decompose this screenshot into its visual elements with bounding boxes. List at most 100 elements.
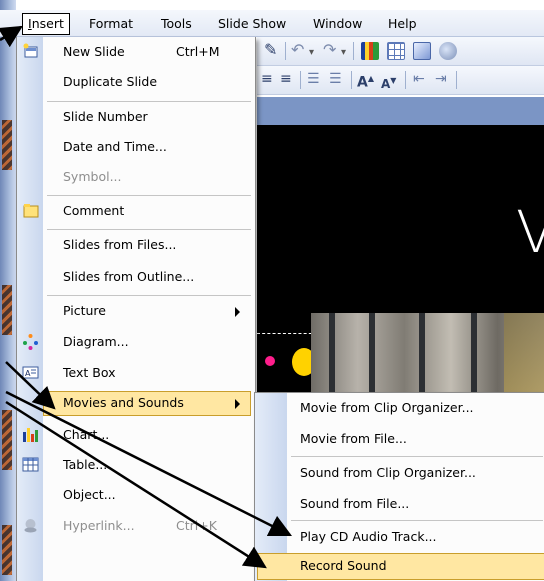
menu-item-label: Duplicate Slide [63,74,158,89]
submenu-arrow-icon [235,307,240,317]
menu-item-label: Table... [63,457,108,472]
pink-bullet-shape [265,356,275,366]
menu-separator [47,101,251,102]
submenu-arrow-icon [235,399,240,409]
menu-item-date-and-time[interactable]: Date and Time... [17,133,255,163]
submenu-item-play-cd-audio-track[interactable]: Play CD Audio Track... [255,522,544,553]
toolbar-separator [456,71,457,89]
submenu-separator [291,520,543,521]
menu-item-label: Diagram... [63,334,129,349]
menu-item-slides-from-outline[interactable]: Slides from Outline... [17,263,255,293]
menu-item-table[interactable]: Table... [17,451,255,481]
increase-font-size-icon[interactable]: A▲ [357,69,374,93]
menu-item-picture[interactable]: Picture [17,297,255,327]
new-slide-icon [23,43,38,58]
submenu-item-label: Movie from Clip Organizer... [300,400,474,415]
insert-chart-icon[interactable] [361,42,379,60]
chart-icon [23,428,38,442]
insert-table-icon[interactable] [387,42,405,60]
menu-window-label: Window [313,16,363,31]
submenu-item-movie-from-clip-organizer[interactable]: Movie from Clip Organizer... [255,393,544,424]
menu-item-label: Slides from Files... [63,237,177,252]
menu-item-diagram[interactable]: Diagram... [17,328,255,358]
menu-separator [47,295,251,296]
submenu-item-label: Play CD Audio Track... [300,529,437,544]
submenu-item-record-sound[interactable]: Record Sound [255,551,544,581]
menu-separator [47,195,251,196]
toolbar-separator [300,71,301,89]
menu-format-label: Format [89,16,134,31]
submenu-item-label: Movie from File... [300,431,407,446]
menu-item-shortcut: Ctrl+M [176,44,220,59]
menu-item-label: Picture [63,303,106,318]
tables-borders-icon[interactable] [413,42,431,60]
menu-item-chart[interactable]: Chart... [17,421,255,451]
menu-insert-rest: nsert [31,16,64,31]
menu-help[interactable]: Help [384,15,421,33]
menu-item-label: Chart... [63,427,110,442]
menu-window[interactable]: Window [309,15,366,33]
menu-slide-show[interactable]: Slide Show [214,15,290,33]
decorative-stripe [2,120,12,170]
submenu-item-label: Record Sound [300,558,387,573]
submenu-separator [291,456,543,457]
app-left-edge [0,0,16,581]
menu-item-slide-number[interactable]: Slide Number [17,103,255,133]
comment-icon [23,204,39,218]
submenu-item-label: Sound from File... [300,496,410,511]
menu-tools-label: Tools [161,16,192,31]
menu-slide-show-label: Slide Show [218,16,287,31]
menu-item-label: New Slide [63,44,125,59]
hyperlink-icon [24,519,37,533]
menu-item-duplicate-slide[interactable]: Duplicate Slide [17,68,255,98]
text-box-icon: A [22,366,39,379]
redo-dropdown-icon[interactable]: ▾ [341,43,346,63]
menu-item-label: Text Box [63,365,116,380]
menu-item-movies-and-sounds[interactable]: Movies and Sounds [17,389,255,419]
svg-text:A: A [25,369,31,378]
menu-item-label: Comment [63,203,125,218]
submenu-item-movie-from-file[interactable]: Movie from File... [255,424,544,455]
numbering-icon[interactable]: ☰ [307,69,320,89]
redo-icon[interactable]: ↷ [323,40,336,60]
menu-insert[interactable]: Insert [22,13,70,35]
undo-icon[interactable]: ↶ [291,40,304,60]
decrease-font-size-icon[interactable]: A▼ [381,71,396,94]
menu-help-label: Help [388,16,417,31]
insert-menu: New Slide Ctrl+M Duplicate Slide Slide N… [16,37,256,581]
align-center-icon[interactable]: ≡ [261,69,273,89]
bullets-icon[interactable]: ☰ [329,69,342,89]
menu-item-comment[interactable]: Comment [17,197,255,227]
menu-item-slides-from-files[interactable]: Slides from Files... [17,231,255,261]
menu-item-symbol: Symbol... [17,163,255,193]
placeholder-border [257,333,317,334]
standard-toolbar: ✎ ↶ ▾ ↷ ▾ [257,37,544,66]
menu-format[interactable]: Format [85,15,137,33]
menu-item-text-box[interactable]: A Text Box [17,359,255,389]
submenu-item-sound-from-clip-organizer[interactable]: Sound from Clip Organizer... [255,458,544,489]
screenshot-frame: Insert Format Tools Slide Show Window He… [0,0,544,581]
menu-item-hyperlink: Hyperlink... Ctrl+K [17,512,255,542]
toolbar-separator [353,42,354,60]
decorative-stripe [2,525,12,575]
decorative-stripe [2,410,12,470]
menu-item-new-slide[interactable]: New Slide Ctrl+M [17,38,255,68]
align-right-icon[interactable]: ≡ [280,69,292,89]
menu-separator [47,229,251,230]
menu-item-label: Date and Time... [63,139,167,154]
menu-bar: Insert Format Tools Slide Show Window He… [0,10,544,37]
slide-photo[interactable] [311,313,544,395]
menu-item-label: Object... [63,487,116,502]
movies-and-sounds-submenu: Movie from Clip Organizer... Movie from … [254,392,544,581]
decorative-stripe [2,285,12,335]
format-painter-icon[interactable]: ✎ [264,40,277,60]
increase-indent-icon[interactable]: ⇥ [435,69,447,89]
undo-dropdown-icon[interactable]: ▾ [309,43,314,63]
formatting-toolbar: ≡ ≡ ☰ ☰ A▲ A▼ ⇤ ⇥ [257,66,544,95]
user-icon[interactable] [439,42,457,60]
submenu-item-sound-from-file[interactable]: Sound from File... [255,489,544,520]
decrease-indent-icon[interactable]: ⇤ [413,69,425,89]
menu-tools[interactable]: Tools [157,15,196,33]
menu-item-object[interactable]: Object... [17,481,255,511]
menu-item-label: Slide Number [63,109,148,124]
